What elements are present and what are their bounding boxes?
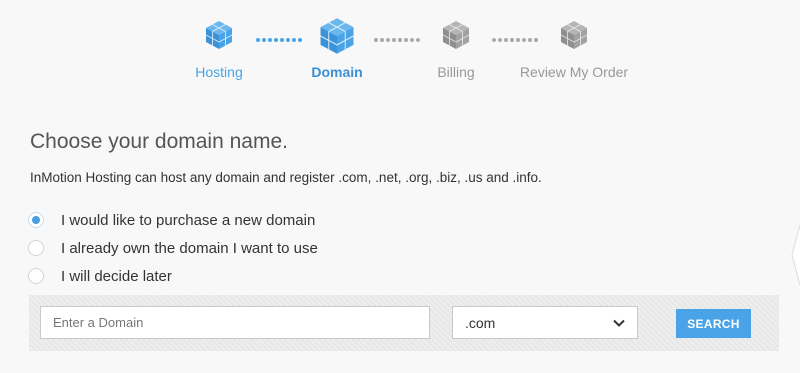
page-description: InMotion Hosting can host any domain and… [30, 170, 542, 185]
option-own-domain[interactable]: I already own the domain I want to use [28, 234, 318, 262]
progress-dots-1 [256, 38, 302, 43]
cube-icon [560, 21, 588, 49]
cube-icon [205, 21, 233, 49]
step-label-billing: Billing [437, 64, 475, 80]
progress-dots-2 [374, 38, 420, 43]
page-title: Choose your domain name. [30, 130, 288, 153]
option-decide-later[interactable]: I will decide later [28, 262, 318, 290]
domain-option-group: I would like to purchase a new domain I … [28, 206, 318, 290]
option-purchase-new-domain[interactable]: I would like to purchase a new domain [28, 206, 318, 234]
radio-own-domain[interactable] [28, 240, 44, 256]
step-hosting[interactable] [205, 20, 233, 50]
side-arrow-icon [791, 225, 800, 285]
step-billing [442, 20, 470, 50]
cube-icon [442, 21, 470, 49]
radio-decide-later[interactable] [28, 268, 44, 284]
option-label: I already own the domain I want to use [61, 239, 318, 257]
option-label: I would like to purchase a new domain [61, 211, 316, 229]
step-domain[interactable] [319, 17, 355, 55]
checkout-progress: Hosting Domain Billing Review My Order [0, 0, 800, 90]
radio-purchase-new-domain[interactable] [28, 212, 44, 228]
tld-select[interactable]: .com [452, 306, 638, 339]
step-label-hosting[interactable]: Hosting [195, 64, 242, 80]
step-review [560, 20, 588, 50]
option-label: I will decide later [61, 267, 172, 285]
cube-icon [320, 18, 354, 54]
tld-selected-value: .com [465, 314, 496, 331]
step-label-review: Review My Order [519, 64, 629, 80]
domain-search-bar: .com SEARCH [29, 295, 779, 351]
domain-search-input[interactable] [40, 306, 430, 339]
chevron-down-icon [613, 319, 625, 327]
progress-dots-3 [492, 38, 538, 43]
search-button[interactable]: SEARCH [676, 309, 751, 338]
step-label-domain[interactable]: Domain [311, 64, 362, 80]
